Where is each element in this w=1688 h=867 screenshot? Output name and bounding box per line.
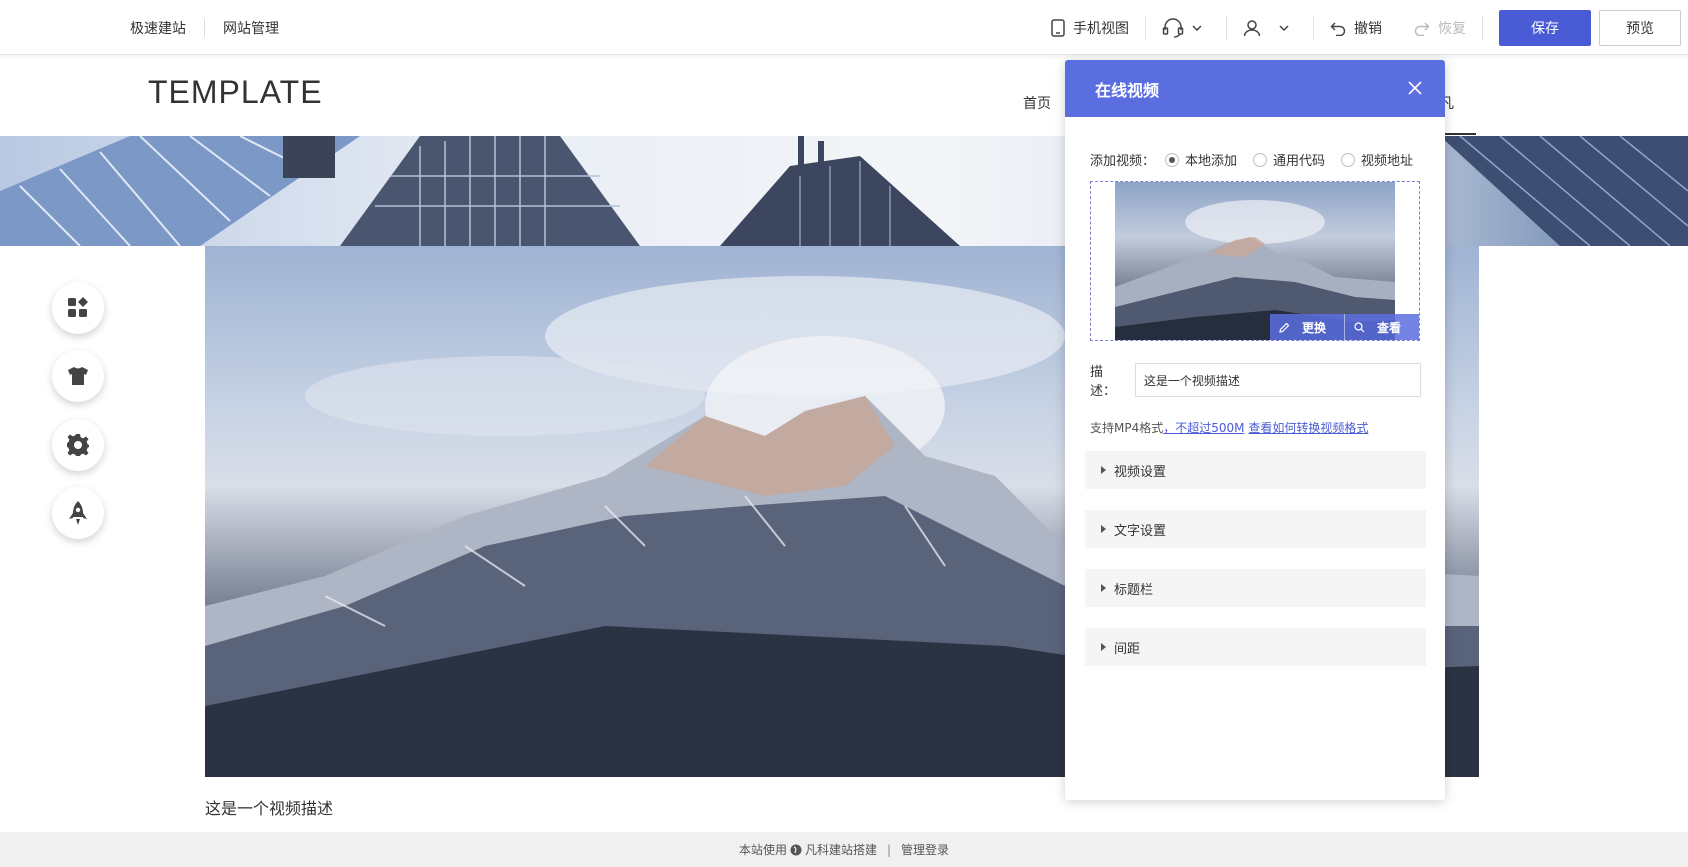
phone-icon bbox=[1051, 18, 1065, 37]
video-thumbnail-box[interactable]: 更换 查看 bbox=[1090, 181, 1420, 341]
site-nav-home[interactable]: 首页 bbox=[1023, 93, 1051, 113]
section-text-settings[interactable]: 文字设置 bbox=[1085, 510, 1426, 548]
panel-title: 在线视频 bbox=[1095, 80, 1160, 100]
preview-button[interactable]: 预览 bbox=[1599, 9, 1681, 46]
save-button[interactable]: 保存 bbox=[1499, 9, 1591, 46]
format-hint: 支持MP4格式，不超过500M 查看如何转换视频格式 bbox=[1090, 419, 1421, 436]
add-video-row: 添加视频： 本地添加 通用代码 视频地址 bbox=[1090, 150, 1421, 169]
chevron-down-icon bbox=[1192, 24, 1202, 31]
description-label: 描述： bbox=[1090, 365, 1117, 399]
section-label: 间距 bbox=[1114, 641, 1141, 657]
customer-service-button[interactable] bbox=[1146, 0, 1226, 55]
undo-icon bbox=[1330, 21, 1346, 36]
mobile-view-label: 手机视图 bbox=[1073, 20, 1129, 37]
radio-unchecked-icon bbox=[1341, 152, 1356, 167]
radio-label: 通用代码 bbox=[1273, 154, 1326, 169]
chevron-down-icon bbox=[1279, 24, 1289, 31]
video-caption: 这是一个视频描述 bbox=[205, 799, 334, 818]
publish-button[interactable] bbox=[52, 487, 104, 539]
gear-icon bbox=[67, 434, 89, 456]
section-spacing[interactable]: 间距 bbox=[1085, 628, 1426, 666]
caret-right-icon bbox=[1101, 584, 1106, 592]
radio-checked-icon bbox=[1165, 152, 1180, 167]
description-row: 描述： bbox=[1090, 361, 1421, 399]
footer-prefix: 本站使用 bbox=[738, 843, 787, 857]
shirt-icon bbox=[68, 367, 88, 385]
radio-embed-code[interactable]: 通用代码 bbox=[1253, 150, 1325, 169]
video-settings-panel: 在线视频 添加视频： 本地添加 通用代码 视频地址 更换 查看 描述： 这是一个… bbox=[1065, 60, 1445, 800]
view-video-button[interactable]: 查看 bbox=[1343, 314, 1419, 340]
account-menu-button[interactable] bbox=[1227, 0, 1313, 55]
rocket-icon bbox=[69, 501, 87, 525]
close-icon[interactable] bbox=[1407, 80, 1423, 96]
redo-icon bbox=[1414, 21, 1430, 36]
brand-logo-icon bbox=[790, 844, 802, 855]
section-label: 标题栏 bbox=[1114, 582, 1154, 598]
radio-video-url[interactable]: 视频地址 bbox=[1341, 150, 1413, 169]
redo-button[interactable]: 恢复 bbox=[1398, 0, 1482, 55]
modules-icon bbox=[68, 297, 88, 317]
site-logo[interactable]: TEMPLATE bbox=[148, 74, 323, 111]
theme-style-button[interactable] bbox=[52, 350, 104, 402]
nav-quick-build[interactable]: 极速建站 bbox=[130, 18, 204, 38]
magnifier-icon bbox=[1354, 321, 1365, 332]
radio-label: 本地添加 bbox=[1185, 154, 1238, 169]
radio-label: 视频地址 bbox=[1361, 154, 1414, 169]
headset-icon bbox=[1162, 17, 1184, 38]
user-icon bbox=[1243, 19, 1261, 36]
editor-right-tools: 手机视图 撤销 恢复 保存 预览 bbox=[1035, 0, 1688, 55]
size-limit-link[interactable]: ，不超过500M bbox=[1163, 421, 1244, 435]
replace-label: 更换 bbox=[1301, 320, 1326, 335]
description-input[interactable] bbox=[1134, 363, 1421, 397]
convert-format-link[interactable]: 查看如何转换视频格式 bbox=[1248, 421, 1368, 435]
thumbnail-actions: 更换 查看 bbox=[1269, 314, 1419, 340]
view-label: 查看 bbox=[1376, 320, 1401, 335]
replace-video-button[interactable]: 更换 bbox=[1270, 314, 1344, 340]
site-footer: 本站使用 凡科建站搭建 | 管理登录 bbox=[0, 832, 1688, 867]
undo-button[interactable]: 撤销 bbox=[1314, 0, 1398, 55]
caret-right-icon bbox=[1101, 643, 1106, 651]
undo-label: 撤销 bbox=[1354, 20, 1382, 37]
section-video-settings[interactable]: 视频设置 bbox=[1085, 451, 1426, 489]
nav-active-underline bbox=[1440, 133, 1476, 135]
nav-site-management[interactable]: 网站管理 bbox=[205, 18, 297, 38]
footer-separator: | bbox=[886, 842, 892, 857]
format-hint-text: 支持MP4格式 bbox=[1090, 421, 1164, 435]
add-module-button[interactable] bbox=[52, 282, 104, 334]
settings-accordion: 视频设置 文字设置 标题栏 间距 bbox=[1085, 451, 1426, 666]
panel-body: 添加视频： 本地添加 通用代码 视频地址 更换 查看 描述： 这是一个视频描述 … bbox=[1065, 150, 1445, 666]
settings-button[interactable] bbox=[52, 419, 104, 471]
mobile-view-button[interactable]: 手机视图 bbox=[1035, 0, 1145, 55]
redo-label: 恢复 bbox=[1438, 20, 1466, 37]
caret-right-icon bbox=[1101, 466, 1106, 474]
editor-left-nav: 极速建站 网站管理 bbox=[130, 0, 297, 55]
toolbar-divider bbox=[1482, 15, 1483, 40]
radio-local-upload[interactable]: 本地添加 bbox=[1165, 150, 1237, 169]
pencil-icon bbox=[1279, 322, 1290, 333]
panel-header: 在线视频 bbox=[1065, 60, 1445, 117]
admin-login-link[interactable]: 管理登录 bbox=[901, 841, 949, 858]
caret-right-icon bbox=[1101, 525, 1106, 533]
editor-toolbar: 极速建站 网站管理 手机视图 撤销 恢复 保存 预览 bbox=[0, 0, 1688, 55]
section-title-bar[interactable]: 标题栏 bbox=[1085, 569, 1426, 607]
radio-unchecked-icon bbox=[1253, 152, 1268, 167]
add-video-label: 添加视频： bbox=[1090, 154, 1156, 169]
footer-brand-link[interactable]: 凡科建站搭建 bbox=[805, 841, 877, 858]
section-label: 视频设置 bbox=[1114, 464, 1167, 480]
section-label: 文字设置 bbox=[1114, 523, 1167, 539]
